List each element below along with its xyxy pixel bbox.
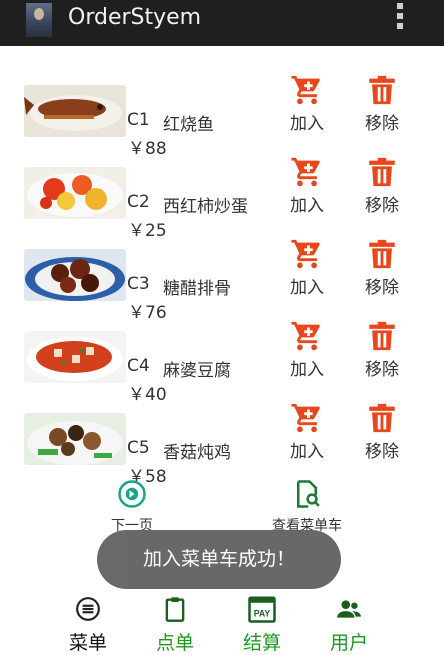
- next-page-button[interactable]: 下一页: [96, 479, 168, 535]
- remove-label: 移除: [365, 196, 399, 216]
- cart-icon: [291, 239, 320, 269]
- remove-button[interactable]: 移除: [357, 319, 407, 380]
- remove-button[interactable]: 移除: [357, 73, 407, 134]
- dish-code: C1: [127, 110, 150, 130]
- remove-label: 移除: [365, 278, 399, 298]
- add-to-cart-button[interactable]: 加入: [282, 237, 332, 298]
- trash-icon: [369, 75, 395, 105]
- dish-photo: [24, 331, 126, 383]
- menu-icon: [76, 597, 100, 621]
- clipboard-icon: [165, 597, 185, 622]
- cart-icon: [291, 403, 320, 433]
- add-label: 加入: [290, 360, 324, 380]
- app-icon: [26, 3, 52, 37]
- remove-label: 移除: [365, 114, 399, 134]
- add-to-cart-button[interactable]: 加入: [282, 73, 332, 134]
- dish-row: C2 西红柿炒蛋 ￥25 加入 移除: [0, 157, 444, 247]
- dish-photo: [24, 249, 126, 301]
- dish-price: ￥76: [128, 303, 167, 323]
- trash-icon: [369, 157, 395, 187]
- users-icon: [337, 600, 361, 618]
- dish-price: ￥88: [128, 139, 167, 159]
- tab-label: 用户: [329, 632, 368, 654]
- dish-code: C5: [127, 438, 150, 458]
- dish-name: 香菇炖鸡: [163, 443, 231, 463]
- dish-name: 西红柿炒蛋: [163, 197, 248, 217]
- add-to-cart-button[interactable]: 加入: [282, 319, 332, 380]
- add-label: 加入: [290, 114, 324, 134]
- cart-icon: [291, 321, 320, 351]
- remove-button[interactable]: 移除: [357, 401, 407, 462]
- add-label: 加入: [290, 442, 324, 462]
- tab-label: 结算: [242, 632, 281, 654]
- remove-label: 移除: [365, 442, 399, 462]
- trash-icon: [369, 403, 395, 433]
- add-to-cart-button[interactable]: 加入: [282, 155, 332, 216]
- cart-icon: [291, 157, 320, 187]
- dish-price: ￥25: [128, 221, 167, 241]
- add-to-cart-button[interactable]: 加入: [282, 401, 332, 462]
- svg-text:PAY: PAY: [254, 609, 271, 619]
- remove-label: 移除: [365, 360, 399, 380]
- dish-name: 糖醋排骨: [163, 279, 231, 299]
- dish-code: C3: [127, 274, 150, 294]
- dish-row: C4 麻婆豆腐 ￥40 加入 移除: [0, 321, 444, 411]
- tab-label: 点单: [155, 632, 194, 654]
- toast-message: 加入菜单车成功！: [97, 530, 341, 589]
- document-search-icon: [297, 480, 320, 508]
- title-bar: OrderStyem: [0, 0, 444, 46]
- tab-order[interactable]: 点单: [140, 594, 210, 654]
- arrow-right-circle-icon: [118, 480, 146, 508]
- dish-photo: [24, 413, 126, 465]
- dish-code: C2: [127, 192, 150, 212]
- dish-row: C3 糖醋排骨 ￥76 加入 移除: [0, 239, 444, 329]
- tab-checkout[interactable]: PAY 结算: [227, 594, 297, 654]
- tab-label: 菜单: [68, 632, 107, 654]
- trash-icon: [369, 321, 395, 351]
- dish-photo: [24, 167, 126, 219]
- dish-name: 红烧鱼: [163, 115, 214, 135]
- pay-calendar-icon: PAY: [248, 596, 276, 623]
- dish-photo: [24, 85, 126, 137]
- remove-button[interactable]: 移除: [357, 155, 407, 216]
- dish-code: C4: [127, 356, 150, 376]
- add-label: 加入: [290, 196, 324, 216]
- view-cart-button[interactable]: 查看菜单车: [262, 479, 352, 535]
- dish-row: C5 香菇炖鸡 ￥58 加入 移除: [0, 403, 444, 493]
- dish-row: C1 红烧鱼 ￥88 加入 移除: [0, 75, 444, 165]
- dish-price: ￥40: [128, 385, 167, 405]
- tab-user[interactable]: 用户: [314, 594, 384, 654]
- app-title: OrderStyem: [68, 5, 202, 30]
- tab-menu[interactable]: 菜单: [53, 594, 123, 654]
- add-label: 加入: [290, 278, 324, 298]
- remove-button[interactable]: 移除: [357, 237, 407, 298]
- trash-icon: [369, 239, 395, 269]
- overflow-menu-icon[interactable]: [396, 3, 404, 31]
- dish-name: 麻婆豆腐: [163, 361, 231, 381]
- cart-icon: [291, 75, 320, 105]
